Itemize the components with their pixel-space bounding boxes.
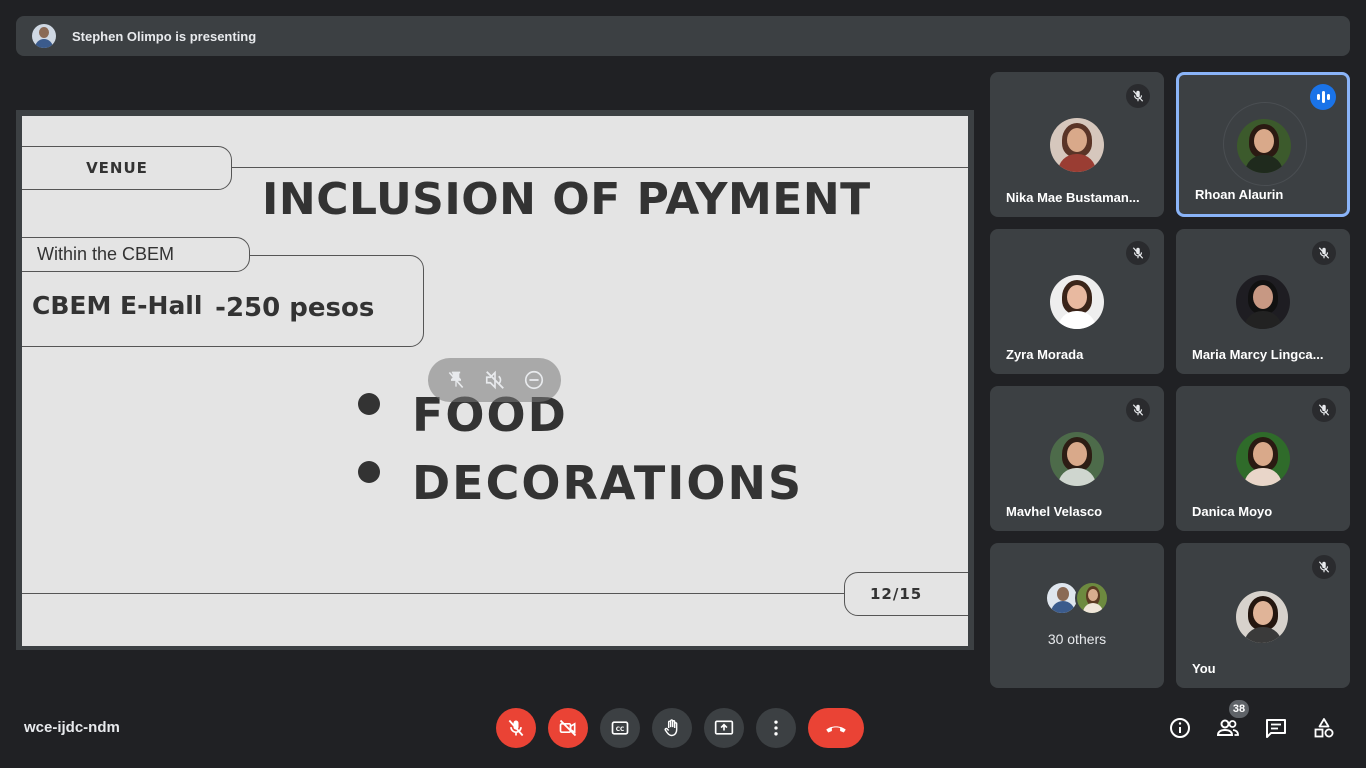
mic-off-icon bbox=[1126, 84, 1150, 108]
chat-icon bbox=[1266, 719, 1286, 738]
participant-tile[interactable]: Maria Marcy Lingca... bbox=[1176, 229, 1350, 374]
avatar bbox=[1237, 119, 1291, 173]
presenting-banner: Stephen Olimpo is presenting bbox=[16, 16, 1350, 56]
people-icon bbox=[1216, 719, 1239, 736]
participant-name: Danica Moyo bbox=[1192, 504, 1273, 519]
avatar bbox=[1050, 275, 1104, 329]
slide-divider-top bbox=[232, 167, 968, 168]
more-options-button[interactable] bbox=[756, 708, 796, 748]
captions-icon: CC bbox=[611, 721, 629, 735]
remove-icon[interactable] bbox=[520, 366, 548, 394]
avatar bbox=[1236, 275, 1290, 329]
slide-hall: CBEM E-Hall bbox=[32, 291, 203, 320]
present-screen-button[interactable] bbox=[704, 708, 744, 748]
participant-tile[interactable]: Nika Mae Bustaman... bbox=[990, 72, 1164, 217]
activities-icon bbox=[1314, 718, 1334, 738]
presenting-text: Stephen Olimpo is presenting bbox=[72, 28, 257, 44]
info-icon bbox=[1170, 718, 1190, 738]
participant-tile[interactable]: Mavhel Velasco bbox=[990, 386, 1164, 531]
mic-off-icon bbox=[1312, 241, 1336, 265]
present-screen-icon bbox=[714, 720, 734, 735]
others-count: 30 others bbox=[1047, 631, 1107, 647]
slide-page-number: 12/15 bbox=[844, 572, 968, 616]
slide-within-label: Within the CBEM bbox=[22, 237, 250, 272]
raise-hand-button[interactable] bbox=[652, 708, 692, 748]
slide-bullet: DECORATIONS bbox=[358, 449, 803, 517]
slide-bullet: FOOD bbox=[358, 381, 803, 449]
participant-tile[interactable]: Zyra Morada bbox=[990, 229, 1164, 374]
people-button[interactable] bbox=[1214, 714, 1242, 742]
speaking-indicator-icon bbox=[1310, 84, 1336, 110]
others-avatars bbox=[990, 581, 1164, 615]
activities-button[interactable] bbox=[1310, 714, 1338, 742]
bullet-dot bbox=[358, 461, 380, 483]
captions-button[interactable]: CC bbox=[600, 708, 640, 748]
participant-tile-speaking[interactable]: Rhoan Alaurin bbox=[1176, 72, 1350, 217]
presenter-avatar bbox=[32, 24, 56, 48]
chat-button[interactable] bbox=[1262, 714, 1290, 742]
mic-toggle-button[interactable] bbox=[496, 708, 536, 748]
mute-audio-icon[interactable] bbox=[481, 366, 509, 394]
camera-off-icon bbox=[559, 719, 577, 737]
mic-off-icon bbox=[1126, 398, 1150, 422]
avatar bbox=[1236, 432, 1290, 486]
unpin-icon[interactable] bbox=[442, 366, 470, 394]
participant-name: Rhoan Alaurin bbox=[1195, 187, 1284, 202]
slide-title: INCLUSION OF PAYMENT bbox=[262, 174, 871, 225]
avatar bbox=[1045, 581, 1079, 615]
others-tile[interactable]: 30 others bbox=[990, 543, 1164, 688]
participant-name: Mavhel Velasco bbox=[1006, 504, 1103, 519]
participant-name: Zyra Morada bbox=[1006, 347, 1084, 362]
avatar bbox=[1050, 118, 1104, 172]
meeting-code: wce-ijdc-ndm bbox=[24, 719, 120, 736]
avatar bbox=[1050, 432, 1104, 486]
slide-venue-label: VENUE bbox=[22, 146, 232, 190]
svg-text:CC: CC bbox=[616, 727, 625, 733]
avatar bbox=[1075, 581, 1109, 615]
participant-tile[interactable]: Danica Moyo bbox=[1176, 386, 1350, 531]
participant-name: Maria Marcy Lingca... bbox=[1192, 347, 1324, 362]
participant-name: Nika Mae Bustaman... bbox=[1006, 190, 1140, 205]
mic-off-icon bbox=[1312, 398, 1336, 422]
slide-hall-price: CBEM E-Hall -250 pesos bbox=[32, 291, 375, 323]
mic-off-icon bbox=[1126, 241, 1150, 265]
end-call-icon bbox=[826, 726, 846, 733]
slide-bullet-list: FOOD DECORATIONS bbox=[358, 381, 803, 517]
more-options-icon bbox=[774, 720, 778, 736]
tile-hover-controls bbox=[428, 358, 561, 402]
end-call-button[interactable] bbox=[808, 708, 864, 748]
bullet-text: DECORATIONS bbox=[412, 456, 804, 510]
self-tile[interactable]: You bbox=[1176, 543, 1350, 688]
participant-name: You bbox=[1192, 661, 1216, 676]
slide-price: -250 pesos bbox=[215, 293, 375, 323]
bullet-dot bbox=[358, 393, 380, 415]
raise-hand-icon bbox=[664, 719, 678, 737]
avatar bbox=[1236, 591, 1288, 643]
meeting-details-button[interactable] bbox=[1166, 714, 1194, 742]
slide-divider-bottom bbox=[22, 593, 844, 594]
mic-off-icon bbox=[1312, 555, 1336, 579]
participant-count-badge: 38 bbox=[1229, 700, 1249, 718]
camera-toggle-button[interactable] bbox=[548, 708, 588, 748]
mic-off-icon bbox=[508, 719, 524, 737]
